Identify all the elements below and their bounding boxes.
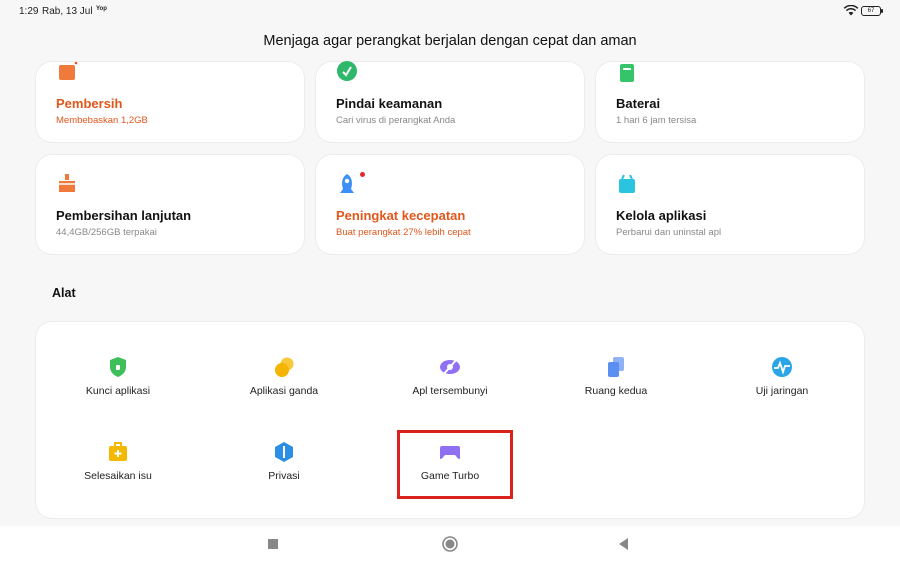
card-title: Pembersihan lanjutan <box>56 208 192 223</box>
section-title-tools: Alat <box>52 286 76 300</box>
tool-label: Uji jaringan <box>755 385 809 397</box>
status-mini-label: Yop <box>96 6 107 12</box>
card-security-scan[interactable]: Pindai keamanan Cari virus di perangkat … <box>316 61 584 142</box>
battery-indicator: 67 <box>861 6 883 16</box>
card-title: Pembersih <box>56 96 123 111</box>
tool-label: Ruang kedua <box>584 385 648 397</box>
card-battery[interactable]: Baterai 1 hari 6 jam tersisa <box>596 62 864 142</box>
recents-square-icon[interactable] <box>264 535 282 553</box>
app-lock-icon <box>110 357 126 377</box>
broom-icon <box>59 174 75 192</box>
highlight-box <box>397 430 513 499</box>
tool-resolve-issues[interactable]: Selesaikan isu <box>38 441 198 501</box>
card-subtitle: Perbarui dan uninstal apl <box>616 227 722 238</box>
rocket-icon <box>340 174 354 193</box>
tool-privacy[interactable]: Privasi <box>204 441 364 501</box>
navigation-bar <box>0 526 900 562</box>
card-title: Kelola aplikasi <box>616 208 707 223</box>
card-subtitle: 44,4GB/256GB terpakai <box>56 227 157 238</box>
shield-check-icon <box>337 61 357 81</box>
hidden-apps-icon <box>440 358 460 376</box>
tool-hidden-apps[interactable]: Apl tersembunyi <box>370 356 530 416</box>
privacy-icon <box>275 442 293 462</box>
tool-label: Aplikasi ganda <box>249 385 319 397</box>
card-manage-apps[interactable]: Kelola aplikasi Perbarui dan uninstal ap… <box>596 155 864 254</box>
card-subtitle: Membebaskan 1,2GB <box>56 115 148 126</box>
tool-label: Privasi <box>268 470 300 482</box>
clock: 1:29 <box>19 6 39 17</box>
card-cleaner[interactable]: Pembersih Membebaskan 1,2GB <box>36 62 304 142</box>
card-speed-booster[interactable]: Peningkat kecepatan Buat perangkat 27% l… <box>316 155 584 254</box>
tool-label: Apl tersembunyi <box>412 385 488 397</box>
back-triangle-icon[interactable] <box>615 535 633 553</box>
card-title: Baterai <box>616 96 661 111</box>
tool-dual-apps[interactable]: Aplikasi ganda <box>204 356 364 416</box>
apps-icon <box>619 174 635 193</box>
tool-label: Kunci aplikasi <box>85 385 151 397</box>
battery-icon <box>620 64 634 82</box>
notification-dot <box>360 172 365 177</box>
trash-icon <box>59 62 78 80</box>
wifi-icon <box>843 5 859 16</box>
page-title: Menjaga agar perangkat berjalan dengan c… <box>263 33 637 49</box>
tool-label: Selesaikan isu <box>84 470 152 482</box>
network-test-icon <box>772 357 792 377</box>
date: Rab, 13 Jul <box>42 6 93 17</box>
status-bar: 1:29 Rab, 13 Jul Yop 67 <box>0 0 900 24</box>
second-space-icon <box>608 357 624 377</box>
card-subtitle: Buat perangkat 27% lebih cepat <box>336 227 471 238</box>
toolbox-icon <box>109 442 127 461</box>
dual-apps-icon <box>275 357 294 377</box>
tool-second-space[interactable]: Ruang kedua <box>536 356 696 416</box>
tool-app-lock[interactable]: Kunci aplikasi <box>38 356 198 416</box>
card-subtitle: Cari virus di perangkat Anda <box>336 115 456 126</box>
card-advanced-cleanup[interactable]: Pembersihan lanjutan 44,4GB/256GB terpak… <box>36 155 304 254</box>
card-title: Pindai keamanan <box>336 96 443 111</box>
card-title: Peningkat kecepatan <box>336 208 466 223</box>
home-circle-icon[interactable] <box>441 535 459 553</box>
tool-network-test[interactable]: Uji jaringan <box>702 356 862 416</box>
card-subtitle: 1 hari 6 jam tersisa <box>616 115 697 126</box>
